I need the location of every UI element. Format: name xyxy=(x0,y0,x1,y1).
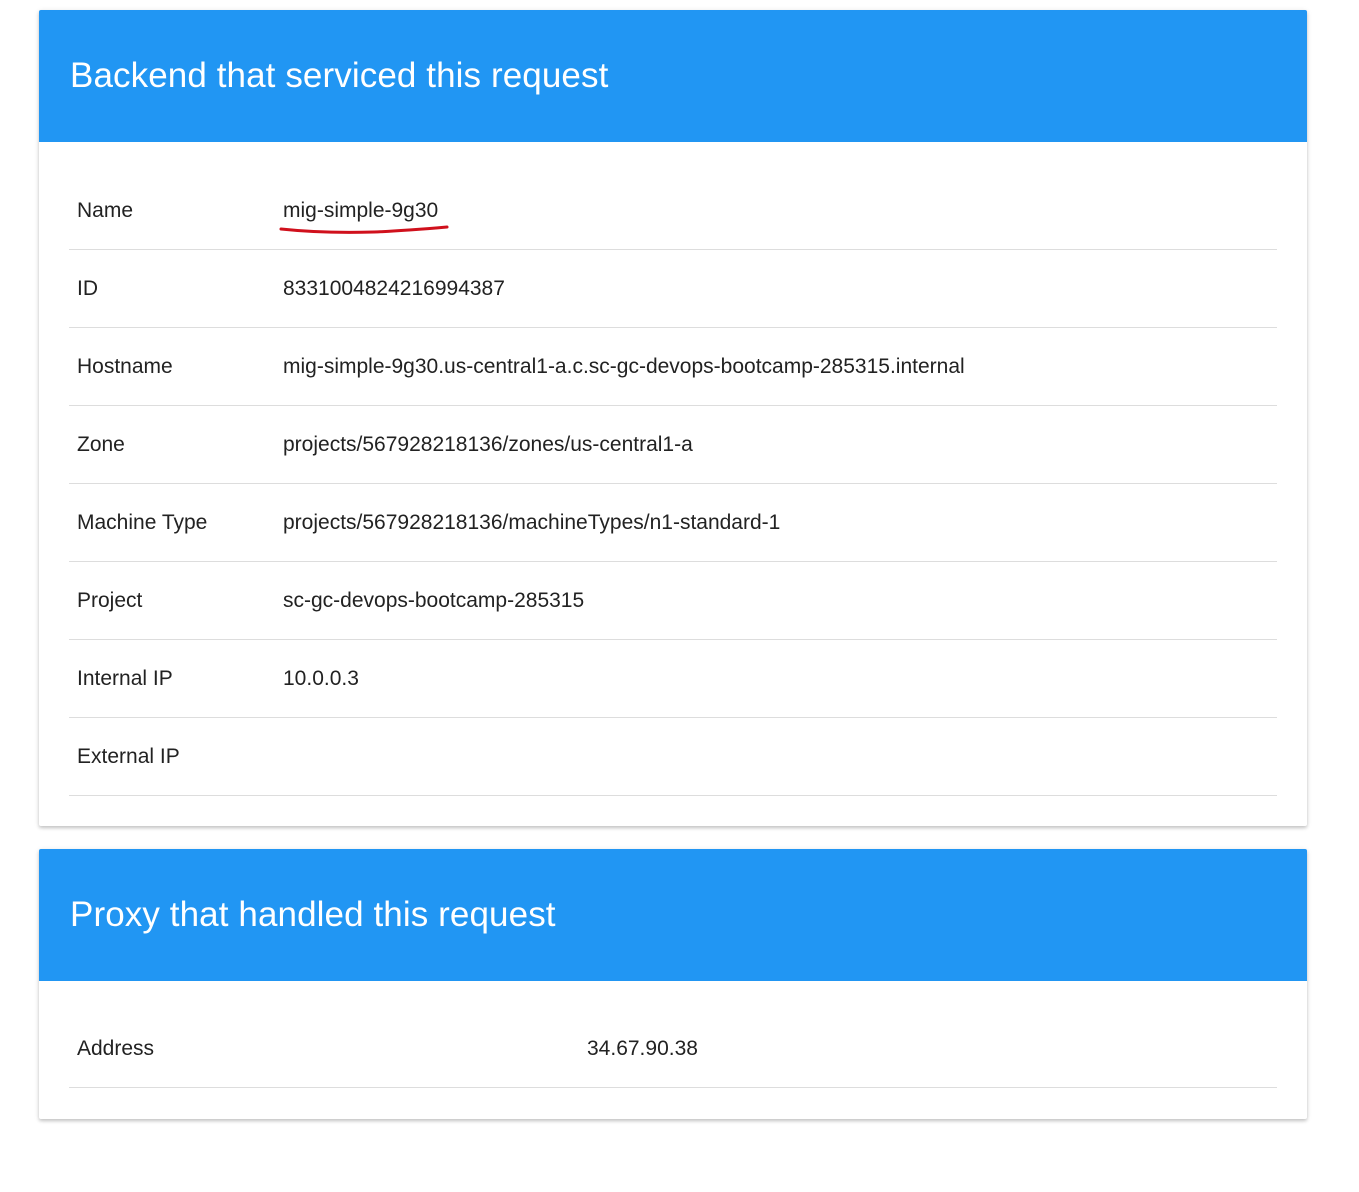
backend-card: Backend that serviced this request Name … xyxy=(39,10,1307,826)
backend-info-table: Name mig-simple-9g30 ID 8331004824216994… xyxy=(69,172,1277,796)
row-value-project: sc-gc-devops-bootcamp-285315 xyxy=(283,561,1277,640)
row-value-internal-ip: 10.0.0.3 xyxy=(283,639,1277,718)
table-row-address: Address 34.67.90.38 xyxy=(69,1010,1277,1088)
row-label-project: Project xyxy=(69,561,283,640)
table-row-external-ip: External IP xyxy=(69,717,1277,796)
row-label-zone: Zone xyxy=(69,405,283,484)
table-row-project: Project sc-gc-devops-bootcamp-285315 xyxy=(69,561,1277,640)
table-row-hostname: Hostname mig-simple-9g30.us-central1-a.c… xyxy=(69,327,1277,406)
proxy-card-header: Proxy that handled this request xyxy=(39,849,1307,981)
red-underline-annotation xyxy=(279,225,449,234)
row-label-external-ip: External IP xyxy=(69,717,283,796)
row-label-address: Address xyxy=(69,1010,587,1088)
proxy-info-table: Address 34.67.90.38 xyxy=(69,1010,1277,1088)
row-value-machine-type: projects/567928218136/machineTypes/n1-st… xyxy=(283,483,1277,562)
row-value-name: mig-simple-9g30 xyxy=(279,172,1277,250)
row-value-zone: projects/567928218136/zones/us-central1-… xyxy=(283,405,1277,484)
backend-card-title: Backend that serviced this request xyxy=(70,56,609,95)
instance-name-value: mig-simple-9g30 xyxy=(283,198,439,222)
row-value-external-ip xyxy=(283,717,1277,796)
table-row-id: ID 8331004824216994387 xyxy=(69,249,1277,328)
row-label-internal-ip: Internal IP xyxy=(69,639,283,718)
row-value-id: 8331004824216994387 xyxy=(283,249,1277,328)
row-value-hostname: mig-simple-9g30.us-central1-a.c.sc-gc-de… xyxy=(283,327,1277,406)
row-label-id: ID xyxy=(69,249,283,328)
table-row-internal-ip: Internal IP 10.0.0.3 xyxy=(69,639,1277,718)
row-label-machine-type: Machine Type xyxy=(69,483,283,562)
row-label-hostname: Hostname xyxy=(69,327,283,406)
backend-card-header: Backend that serviced this request xyxy=(39,10,1307,142)
proxy-card-title: Proxy that handled this request xyxy=(70,895,556,934)
row-label-name: Name xyxy=(69,172,283,250)
table-row-machine-type: Machine Type projects/567928218136/machi… xyxy=(69,483,1277,562)
table-row-zone: Zone projects/567928218136/zones/us-cent… xyxy=(69,405,1277,484)
proxy-card: Proxy that handled this request Address … xyxy=(39,849,1307,1119)
table-row-name: Name mig-simple-9g30 xyxy=(69,172,1277,250)
row-value-address: 34.67.90.38 xyxy=(587,1010,1277,1088)
